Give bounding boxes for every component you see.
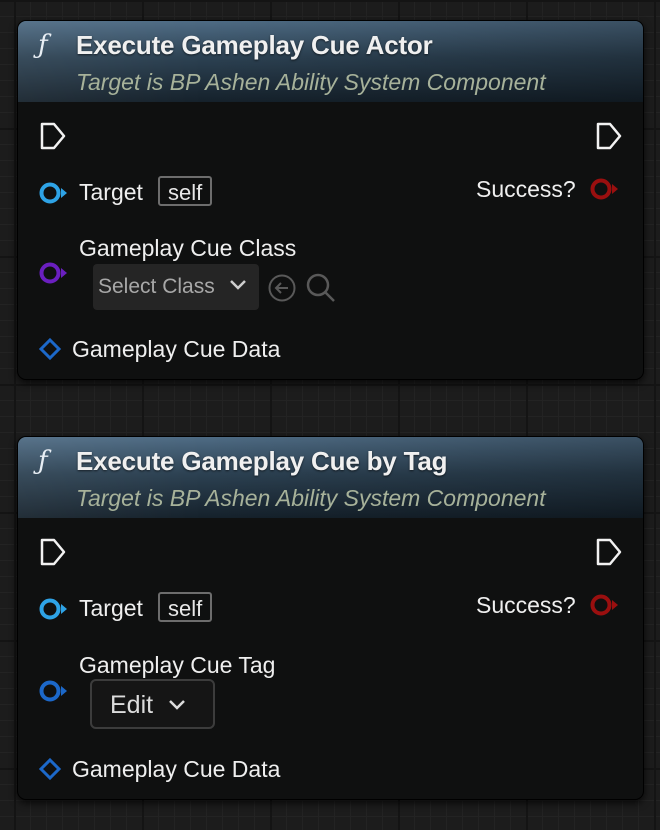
- exec-in-pin-icon[interactable]: [40, 122, 66, 150]
- node-execute-gameplay-cue-actor[interactable]: ƒ Execute Gameplay Cue Actor Target is B…: [17, 20, 644, 380]
- select-class-text: Select Class: [98, 275, 215, 298]
- target-label: Target: [79, 179, 143, 205]
- class-pin-icon[interactable]: [39, 262, 69, 289]
- target-pin-icon[interactable]: [39, 598, 69, 625]
- select-class-dropdown[interactable]: Select Class: [93, 264, 259, 310]
- exec-out-pin-icon[interactable]: [596, 122, 622, 150]
- search-icon[interactable]: [305, 272, 337, 309]
- tag-pin-icon[interactable]: [39, 680, 69, 707]
- gameplay-cue-class-label: Gameplay Cue Class: [79, 235, 297, 261]
- node-subtitle: Target is BP Ashen Ability System Compon…: [76, 69, 546, 95]
- gameplay-cue-data-label: Gameplay Cue Data: [72, 756, 281, 782]
- function-icon: ƒ: [38, 446, 48, 476]
- gameplay-cue-tag-label: Gameplay Cue Tag: [79, 652, 276, 678]
- chevron-down-icon: [168, 698, 186, 716]
- target-pin-icon[interactable]: [39, 182, 69, 209]
- struct-pin-icon[interactable]: [38, 337, 62, 365]
- edit-tag-button[interactable]: Edit: [90, 679, 215, 729]
- edit-tag-text: Edit: [110, 691, 154, 719]
- node-subtitle: Target is BP Ashen Ability System Compon…: [76, 485, 546, 511]
- success-label: Success?: [476, 592, 576, 618]
- exec-in-pin-icon[interactable]: [40, 538, 66, 566]
- gameplay-cue-data-label: Gameplay Cue Data: [72, 336, 281, 362]
- target-self-default[interactable]: self: [158, 176, 213, 206]
- success-label: Success?: [476, 176, 576, 202]
- exec-out-pin-icon[interactable]: [596, 538, 622, 566]
- success-pin-icon[interactable]: [590, 178, 620, 205]
- chevron-down-icon: [229, 278, 247, 296]
- struct-pin-icon[interactable]: [38, 757, 62, 785]
- arrow-left-circle-icon[interactable]: [267, 273, 297, 308]
- target-label: Target: [79, 595, 143, 621]
- node-execute-gameplay-cue-by-tag[interactable]: ƒ Execute Gameplay Cue by Tag Target is …: [17, 436, 644, 800]
- node-title: Execute Gameplay Cue by Tag: [76, 446, 448, 476]
- node-title: Execute Gameplay Cue Actor: [76, 30, 433, 60]
- target-self-default[interactable]: self: [158, 592, 213, 622]
- success-pin-icon[interactable]: [590, 594, 620, 621]
- function-icon: ƒ: [38, 30, 48, 60]
